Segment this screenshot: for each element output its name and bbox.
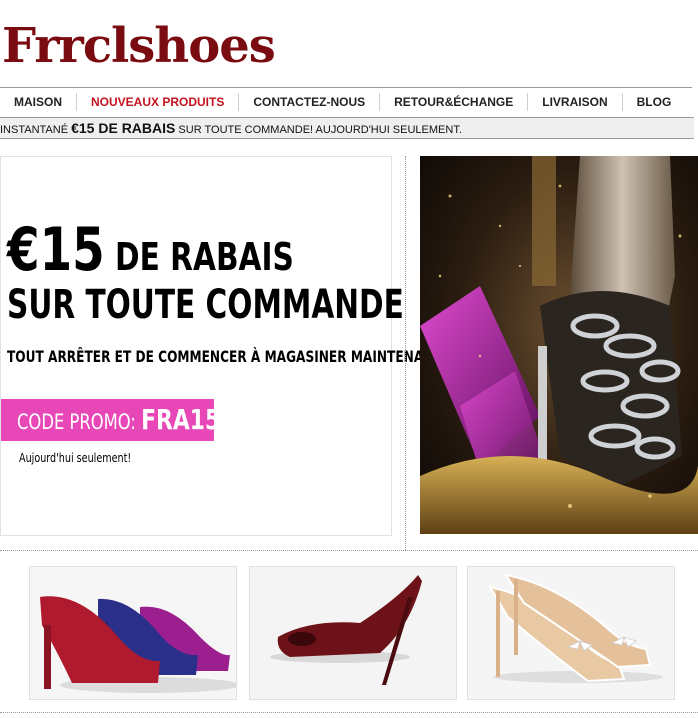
nav-item-contactez-nous[interactable]: CONTACTEZ-NOUS: [239, 93, 381, 111]
promo-bar-prefix: INSTANTANÉ: [0, 124, 72, 136]
promo-banner[interactable]: €15 DE RABAIS SUR TOUTE COMMANDE TOUT AR…: [0, 156, 442, 536]
divider-vertical: [405, 156, 406, 550]
nav-item-livraison[interactable]: LIVRAISON: [528, 93, 623, 111]
promo-bar-highlight: €15 DE RABAIS: [71, 120, 176, 136]
banner-headline-rest: DE RABAIS: [104, 235, 294, 279]
product-thumb-2[interactable]: [249, 566, 457, 700]
banner-headline-line2: SUR TOUTE COMMANDE: [7, 282, 404, 328]
banner-note: Aujourd'hui seulement!: [19, 451, 132, 465]
promo-code-label: CODE PROMO:: [17, 410, 142, 434]
banner-amount: €15: [7, 215, 105, 285]
burgundy-peeptoe-photo-icon: [250, 567, 456, 699]
nav-item-retour-echange[interactable]: RETOUR&ÉCHANGE: [380, 93, 529, 111]
banner-headline: €15 DE RABAIS: [7, 217, 294, 283]
promo-code-badge: CODE PROMO: FRA15: [1, 399, 220, 441]
nav-item-blog[interactable]: BLOG: [623, 93, 686, 111]
promo-code-value: FRA15: [141, 403, 221, 436]
promo-bar: INSTANTANÉ €15 DE RABAIS SUR TOUTE COMMA…: [0, 117, 694, 139]
divider-horizontal-bottom: [0, 712, 698, 713]
main-nav: MAISON NOUVEAUX PRODUITS CONTACTEZ-NOUS …: [0, 87, 692, 116]
product-thumb-3[interactable]: [467, 566, 675, 700]
banner-subline: TOUT ARRÊTER ET DE COMMENCER À MAGASINER…: [7, 347, 442, 366]
promo-bar-suffix: SUR TOUTE COMMANDE! AUJOURD'HUI SEULEMEN…: [175, 124, 462, 136]
brand-logo[interactable]: Frrclshoes: [2, 18, 276, 74]
hero-image[interactable]: [420, 156, 698, 534]
divider-horizontal: [0, 550, 698, 551]
nav-item-maison[interactable]: MAISON: [0, 93, 77, 111]
nude-bow-pump-photo-icon: [468, 567, 674, 699]
nav-item-nouveaux-produits[interactable]: NOUVEAUX PRODUITS: [77, 93, 240, 111]
suede-pumps-photo-icon: [30, 567, 236, 699]
jeweled-heel-photo-icon: [420, 156, 698, 534]
product-thumb-1[interactable]: [29, 566, 237, 700]
